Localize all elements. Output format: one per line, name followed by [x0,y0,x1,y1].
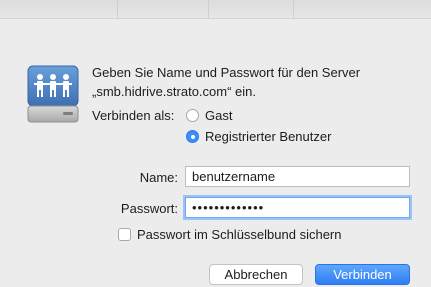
shared-server-icon [27,65,79,123]
background-segment [0,0,118,18]
radio-registered-user[interactable]: Registrierter Benutzer [186,129,331,144]
keychain-checkbox[interactable] [118,228,131,241]
name-field[interactable]: benutzername [185,166,410,187]
window-background-strip [0,0,431,19]
password-field[interactable]: ••••••••••••• [185,197,410,218]
radio-guest[interactable]: Gast [186,108,232,123]
radio-button-selected[interactable] [186,130,199,143]
connect-button[interactable]: Verbinden [315,264,410,285]
keychain-checkbox-row[interactable]: Passwort im Schlüsselbund sichern [118,227,341,242]
message-line-1: Geben Sie Name und Passwort für den Serv… [92,65,361,80]
background-segment [118,0,209,18]
radio-button[interactable] [186,109,199,122]
connect-dialog: Geben Sie Name und Passwort für den Serv… [0,19,431,287]
cancel-button[interactable]: Abbrechen [209,264,303,285]
radio-guest-label: Gast [205,108,233,123]
name-label: Name: [139,170,178,185]
password-label: Passwort: [120,201,178,216]
message-line-2: „smb.hidrive.strato.com“ ein. [92,84,256,99]
dialog-message: Geben Sie Name und Passwort für den Serv… [92,63,360,101]
connect-as-label: Verbinden als: [92,108,175,123]
background-segment [209,0,294,18]
radio-registered-label: Registrierter Benutzer [205,129,332,144]
keychain-label: Passwort im Schlüsselbund sichern [137,227,342,242]
